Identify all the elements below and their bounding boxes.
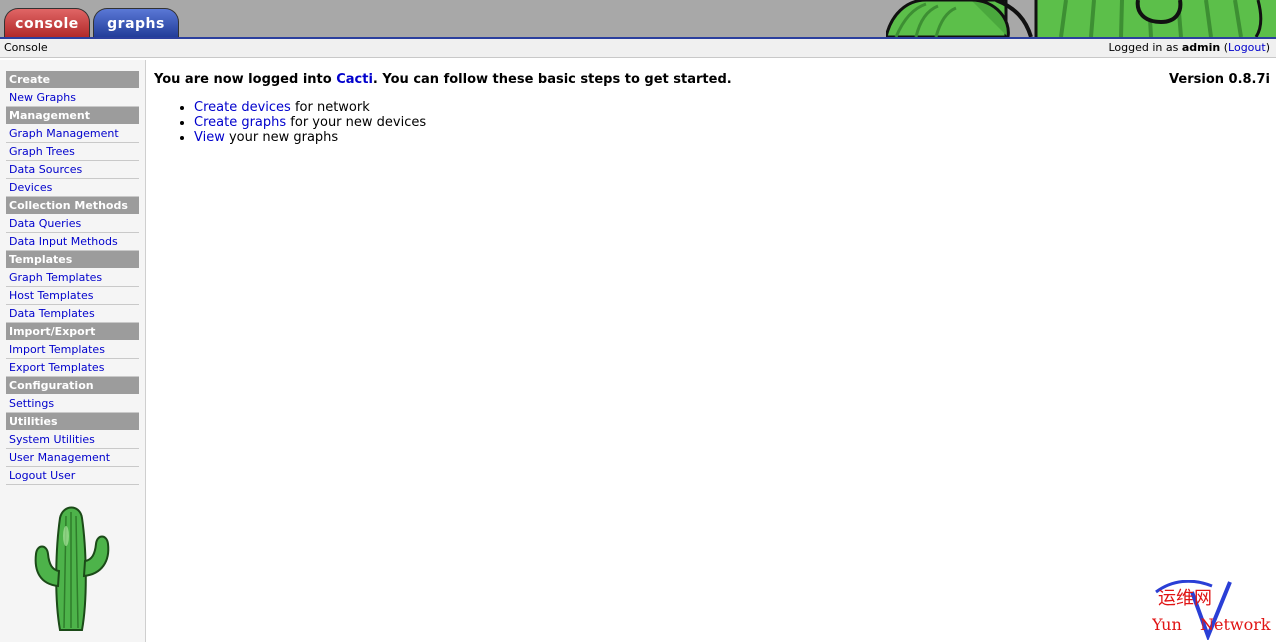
- tab-graphs[interactable]: graphs: [93, 8, 179, 37]
- menu-item-data-sources[interactable]: Data Sources: [6, 161, 139, 179]
- header-bar: console graphs: [0, 0, 1276, 39]
- menu-item-user-management[interactable]: User Management: [6, 449, 139, 467]
- menu-section-collection-methods: Collection Methods: [6, 197, 139, 214]
- step-item: Create devices for network: [194, 100, 1270, 115]
- login-user: admin: [1181, 41, 1221, 54]
- menu-item-import-templates[interactable]: Import Templates: [6, 341, 139, 359]
- menu-section-templates: Templates: [6, 251, 139, 268]
- step-text: for network: [290, 100, 370, 115]
- sidebar-menu: Create New Graphs Management Graph Manageme…: [6, 71, 139, 485]
- menu-section-import-export: Import/Export: [6, 323, 139, 340]
- menu-item-export-templates[interactable]: Export Templates: [6, 359, 139, 377]
- menu-item-new-graphs[interactable]: New Graphs: [6, 89, 139, 107]
- menu-item-graph-management[interactable]: Graph Management: [6, 125, 139, 143]
- breadcrumb-bar: Console Logged in as admin (Logout): [0, 39, 1276, 58]
- menu-section-utilities: Utilities: [6, 413, 139, 430]
- menu-section-create: Create: [6, 71, 139, 88]
- login-prefix: Logged in as: [1108, 41, 1179, 54]
- welcome-message: You are now logged into Cacti. You can f…: [154, 72, 1270, 87]
- menu-item-devices[interactable]: Devices: [6, 179, 139, 197]
- menu-item-host-templates[interactable]: Host Templates: [6, 287, 139, 305]
- main-content: You are now logged into Cacti. You can f…: [154, 72, 1270, 145]
- step-text: for your new devices: [286, 115, 427, 130]
- sidebar: Create New Graphs Management Graph Manageme…: [0, 60, 146, 642]
- step-item: View your new graphs: [194, 130, 1270, 145]
- menu-section-management: Management: [6, 107, 139, 124]
- cacti-link[interactable]: Cacti: [336, 72, 373, 87]
- welcome-text: You are now logged into: [154, 72, 332, 87]
- menu-item-graph-templates[interactable]: Graph Templates: [6, 269, 139, 287]
- logout-link[interactable]: Logout: [1228, 41, 1266, 54]
- watermark-logo: 运维网 Yun Network: [1152, 580, 1271, 640]
- breadcrumb: Console: [4, 41, 48, 54]
- menu-item-graph-trees[interactable]: Graph Trees: [6, 143, 139, 161]
- menu-item-data-templates[interactable]: Data Templates: [6, 305, 139, 323]
- step-link[interactable]: Create graphs: [194, 115, 286, 130]
- welcome-text-tail: . You can follow these basic steps to ge…: [372, 72, 732, 87]
- login-close-paren: ): [1265, 41, 1270, 54]
- step-link[interactable]: Create devices: [194, 100, 291, 115]
- menu-item-logout-user[interactable]: Logout User: [6, 467, 139, 485]
- cactus-banner-image: [886, 0, 1276, 37]
- menu-item-system-utilities[interactable]: System Utilities: [6, 431, 139, 449]
- version-label: Version 0.8.7i: [1169, 72, 1270, 87]
- menu-item-data-input-methods[interactable]: Data Input Methods: [6, 233, 139, 251]
- step-text: your new graphs: [224, 130, 339, 145]
- step-item: Create graphs for your new devices: [194, 115, 1270, 130]
- menu-item-settings[interactable]: Settings: [6, 395, 139, 413]
- menu-item-data-queries[interactable]: Data Queries: [6, 215, 139, 233]
- tab-console[interactable]: console: [4, 8, 90, 37]
- watermark-cn: 运维网: [1158, 588, 1212, 609]
- watermark-en-left: Yun: [1152, 615, 1182, 634]
- cactus-logo: [34, 506, 110, 631]
- getting-started-list: Create devices for networkCreate graphs …: [154, 100, 1270, 145]
- watermark-en-right: Network: [1200, 615, 1271, 634]
- login-status: Logged in as admin (Logout): [1108, 39, 1270, 57]
- menu-section-configuration: Configuration: [6, 377, 139, 394]
- step-link[interactable]: View: [194, 130, 225, 145]
